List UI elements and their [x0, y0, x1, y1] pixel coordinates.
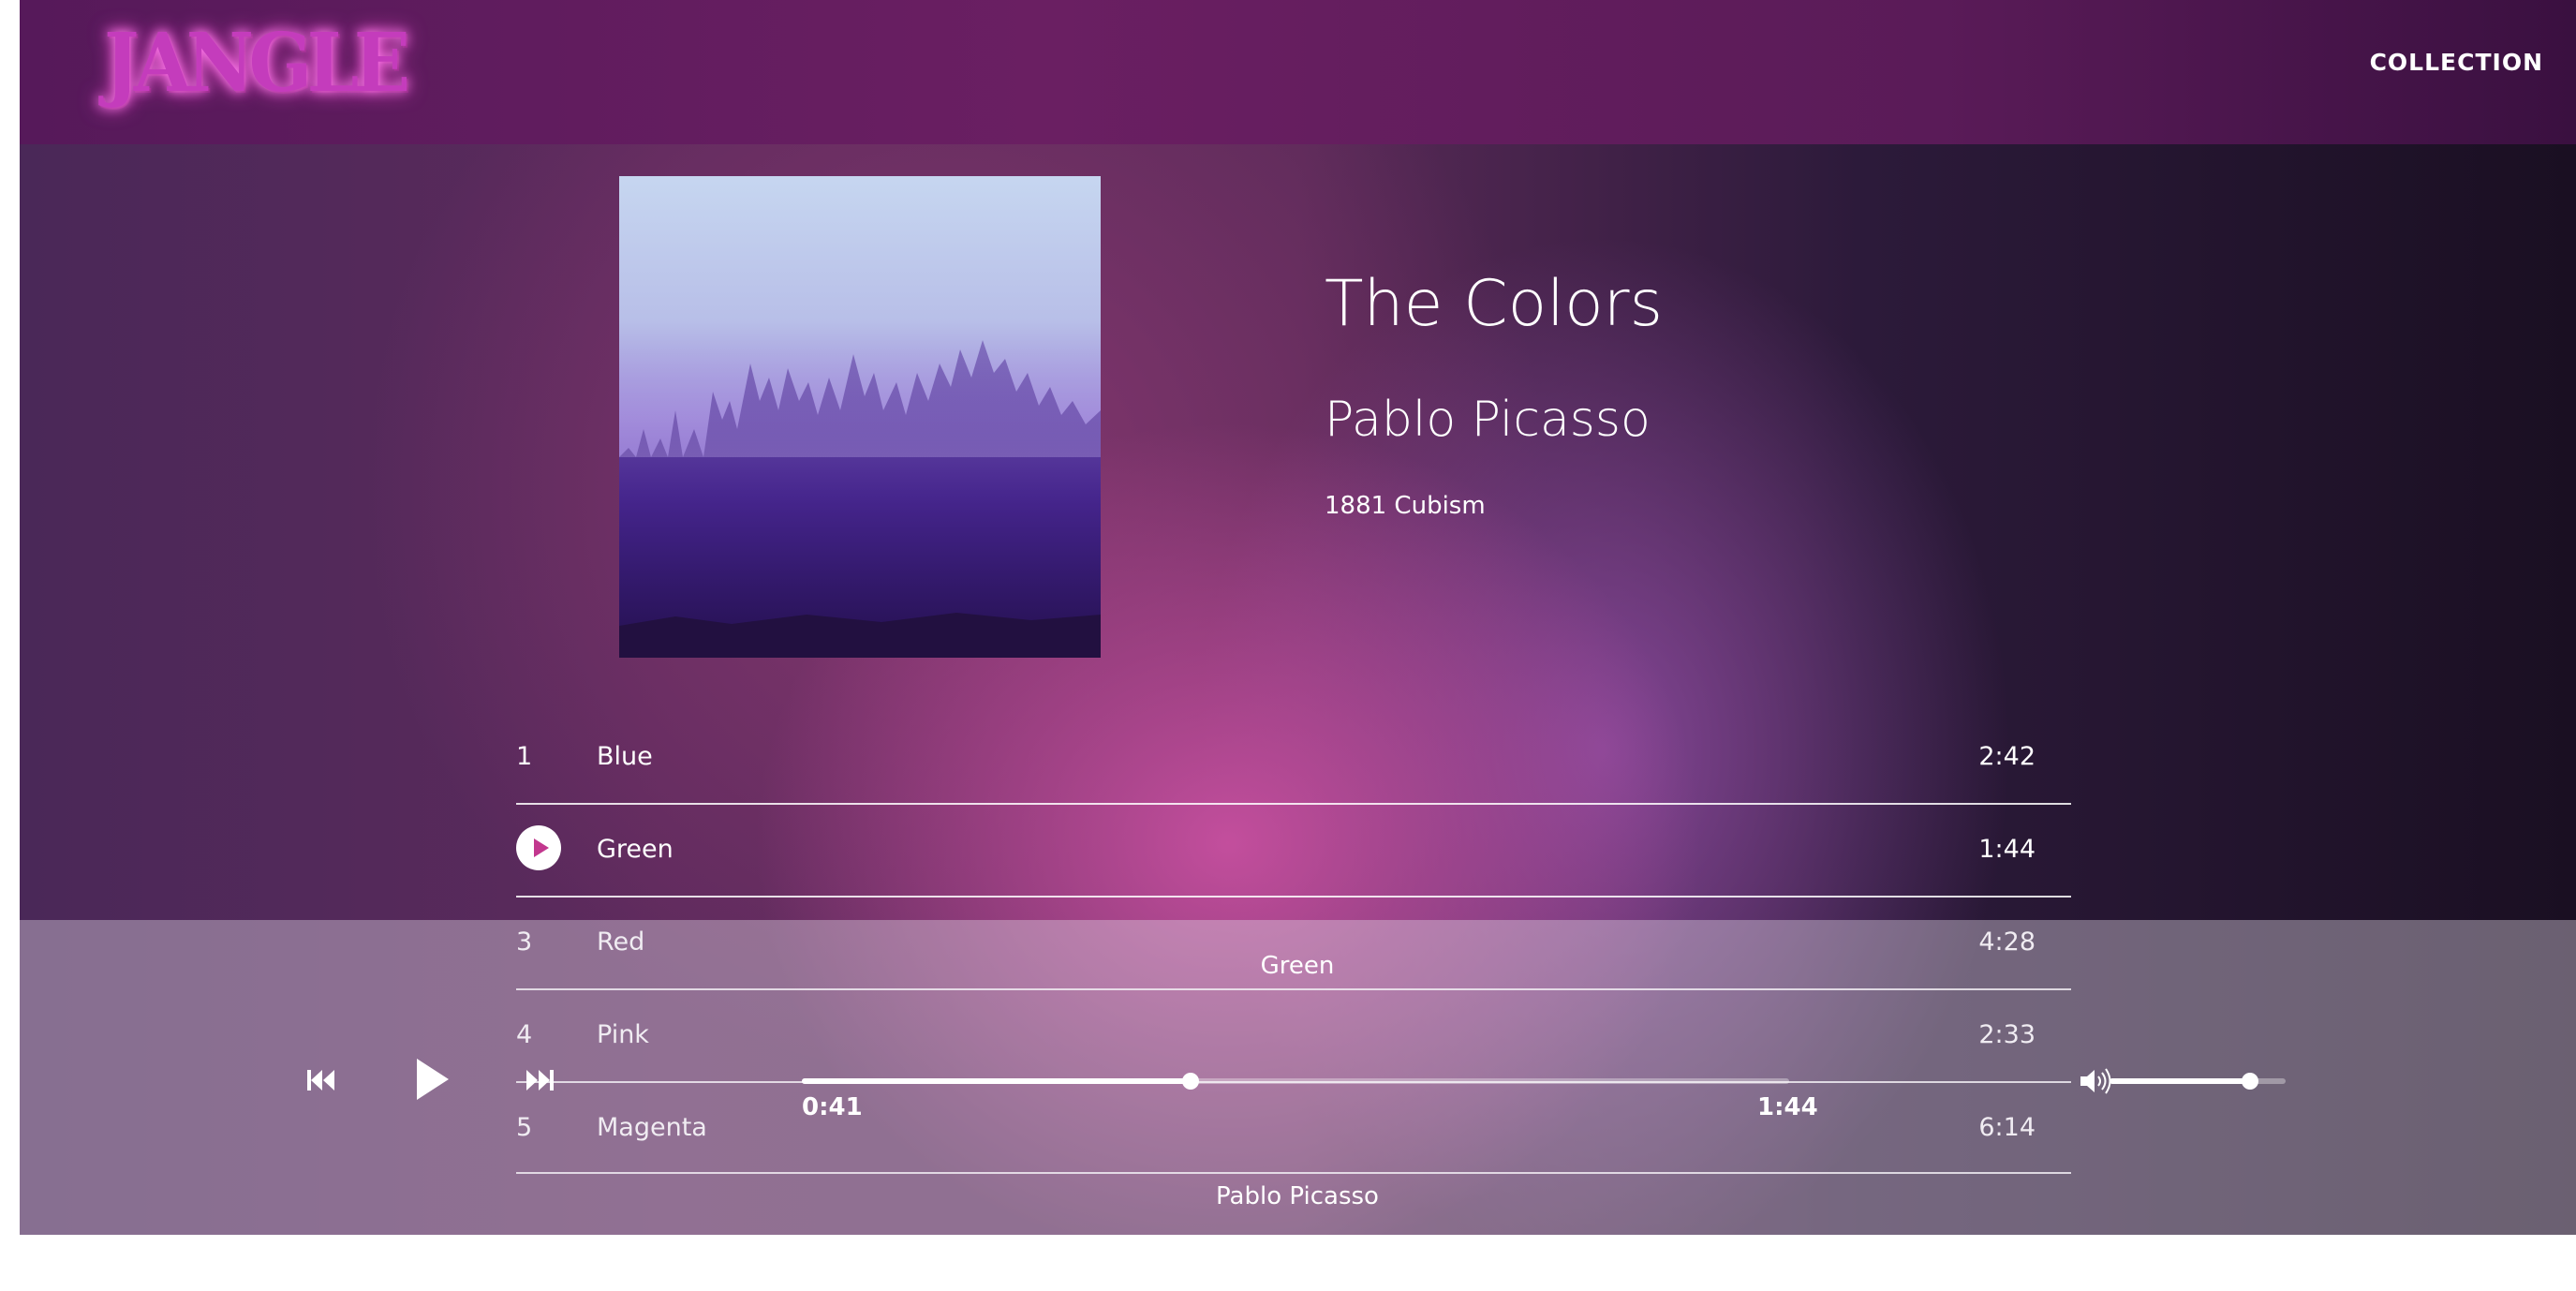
top-nav-bar: JANGLE COLLECTION: [20, 0, 2576, 144]
nav-link-collection[interactable]: COLLECTION: [2370, 49, 2543, 76]
now-playing-artist: Pablo Picasso: [1216, 1182, 1379, 1210]
play-icon: [417, 1059, 449, 1100]
track-row-playing[interactable]: Green 1:44: [516, 805, 2071, 898]
track-number: 1: [516, 742, 533, 771]
play-button[interactable]: [411, 1055, 454, 1104]
jangle-logo[interactable]: JANGLE: [104, 17, 410, 111]
track-duration: 1:44: [1978, 835, 2036, 864]
album-cover-art: [619, 176, 1101, 658]
album-title: The Colors: [1325, 267, 1664, 341]
skip-next-icon: [526, 1070, 554, 1091]
app-root: JANGLE COLLECTION The Colors Pablo Picas…: [20, 0, 2576, 1235]
track-name: Green: [597, 835, 674, 864]
seek-progress: [802, 1078, 1192, 1084]
album-release-info: 1881 Cubism: [1325, 492, 1486, 520]
track-play-icon[interactable]: [516, 825, 561, 870]
skip-previous-icon: [307, 1070, 334, 1091]
current-time: 0:41: [802, 1093, 863, 1121]
volume-level: [2110, 1078, 2251, 1084]
now-playing-title: Green: [1260, 952, 1335, 980]
album-artist: Pablo Picasso: [1325, 392, 1651, 448]
seek-bar[interactable]: [802, 1073, 1789, 1090]
volume-slider[interactable]: [2110, 1073, 2286, 1090]
skip-next-button[interactable]: [524, 1064, 555, 1096]
forest-illustration: [619, 340, 1101, 658]
track-row[interactable]: 1 Blue 2:42: [516, 712, 2071, 805]
track-duration: 2:42: [1978, 742, 2036, 771]
skip-previous-button[interactable]: [305, 1064, 337, 1096]
track-name: Blue: [597, 742, 653, 771]
total-time: 1:44: [1757, 1093, 1818, 1121]
